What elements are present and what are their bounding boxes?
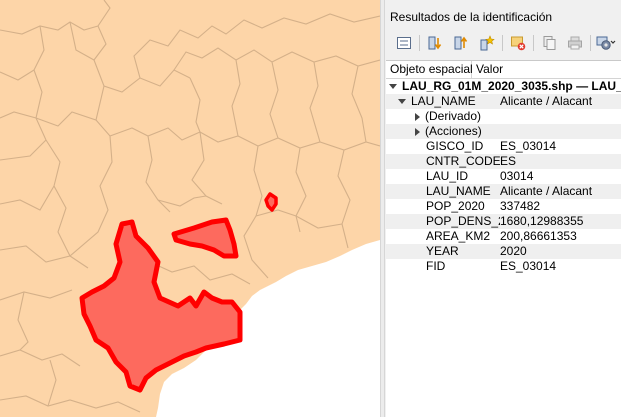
attribute-list: GISCO_ID ES_03014 CNTR_CODE ES LAU_ID 03014 LA… bbox=[386, 139, 621, 274]
expand-tree-icon[interactable] bbox=[393, 33, 415, 53]
attribute-key: LAU_NAME bbox=[426, 184, 491, 198]
panel-title: Resultados de la identificación bbox=[390, 10, 553, 24]
attribute-key: YEAR bbox=[426, 244, 459, 258]
toolbar-separator bbox=[419, 35, 420, 51]
attribute-key: LAU_ID bbox=[426, 169, 469, 183]
attribute-key: CNTR_CODE bbox=[426, 154, 500, 168]
layer-name: LAU_RG_01M_2020_3035.shp — LAU_RG_01M_20… bbox=[402, 79, 621, 93]
attribute-row[interactable]: YEAR 2020 bbox=[386, 244, 621, 259]
map-svg[interactable] bbox=[0, 0, 380, 417]
attribute-row[interactable]: FID ES_03014 bbox=[386, 259, 621, 274]
attribute-value: 1680,12988355 bbox=[500, 214, 584, 228]
actions-group-cell: (Acciones) bbox=[386, 124, 586, 139]
column-header-value[interactable]: Valor bbox=[472, 61, 621, 78]
actions-group-row[interactable]: (Acciones) bbox=[386, 124, 621, 139]
highlight-polygon-small[interactable] bbox=[264, 192, 278, 212]
map-canvas[interactable] bbox=[0, 0, 380, 417]
derived-group-row[interactable]: (Derivado) bbox=[386, 109, 621, 124]
attribute-value: 2020 bbox=[500, 244, 527, 258]
collapse-arrow-icon[interactable] bbox=[389, 84, 397, 90]
attribute-row[interactable]: LAU_NAME Alicante / Alacant bbox=[386, 184, 621, 199]
layer-label: LAU_RG_01M_2020_3035.shp — LAU_RG_01M_20… bbox=[386, 79, 621, 94]
attribute-key: GISCO_ID bbox=[426, 139, 484, 153]
toolbar-separator bbox=[533, 35, 534, 51]
column-header-feature[interactable]: Objeto espacial bbox=[386, 61, 473, 78]
attribute-value: ES bbox=[500, 154, 517, 168]
expand-arrow-icon[interactable] bbox=[415, 112, 420, 121]
attribute-key: AREA_KM2 bbox=[426, 229, 491, 243]
expand-new-icon[interactable] bbox=[450, 33, 472, 53]
derived-group-label: (Derivado) bbox=[425, 109, 482, 123]
attribute-value: Alicante / Alacant bbox=[500, 184, 593, 198]
attribute-row[interactable]: POP_DENS_2 1680,12988355 bbox=[386, 214, 621, 229]
attribute-row[interactable]: LAU_ID 03014 bbox=[386, 169, 621, 184]
attribute-key: FID bbox=[426, 259, 446, 273]
identify-toolbar bbox=[393, 32, 621, 54]
attribute-value: ES_03014 bbox=[500, 139, 557, 153]
identify-settings-icon[interactable] bbox=[595, 33, 617, 53]
attribute-row[interactable]: AREA_KM2 200,86661353 bbox=[386, 229, 621, 244]
attribute-value: 337482 bbox=[500, 199, 541, 213]
attribute-value: 200,86661353 bbox=[500, 229, 577, 243]
attribute-key: POP_DENS_2 bbox=[426, 214, 500, 228]
layer-row[interactable]: LAU_RG_01M_2020_3035.shp — LAU_RG_01M_20… bbox=[386, 79, 621, 94]
attribute-row[interactable]: GISCO_ID ES_03014 bbox=[386, 139, 621, 154]
highlight-feature-icon[interactable] bbox=[476, 33, 498, 53]
copy-feature-icon[interactable] bbox=[538, 33, 560, 53]
clear-results-icon[interactable] bbox=[507, 33, 529, 53]
feature-row[interactable]: LAU_NAME Alicante / Alacant bbox=[386, 94, 621, 109]
results-tree: Objeto espacial Valor LAU_RG_01M_2020_30… bbox=[386, 60, 621, 417]
feature-field-value: Alicante / Alacant bbox=[500, 94, 593, 108]
attribute-key: POP_2020 bbox=[426, 199, 485, 213]
feature-field-name: LAU_NAME bbox=[411, 94, 476, 108]
collapse-tree-icon[interactable] bbox=[424, 33, 446, 53]
derived-group-cell: (Derivado) bbox=[386, 109, 586, 124]
toolbar-separator bbox=[590, 35, 591, 51]
attribute-value: 03014 bbox=[500, 169, 534, 183]
collapse-arrow-icon[interactable] bbox=[398, 99, 406, 105]
results-header: Objeto espacial Valor bbox=[386, 61, 621, 79]
attribute-row[interactable]: CNTR_CODE ES bbox=[386, 154, 621, 169]
print-icon[interactable] bbox=[564, 33, 586, 53]
identify-results-panel: Resultados de la identificación Objeto e… bbox=[385, 0, 621, 417]
attribute-value: ES_03014 bbox=[500, 259, 557, 273]
actions-group-label: (Acciones) bbox=[425, 124, 482, 138]
expand-arrow-icon[interactable] bbox=[415, 127, 420, 136]
toolbar-separator bbox=[502, 35, 503, 51]
attribute-row[interactable]: POP_2020 337482 bbox=[386, 199, 621, 214]
feature-key-cell: LAU_NAME bbox=[386, 94, 500, 109]
